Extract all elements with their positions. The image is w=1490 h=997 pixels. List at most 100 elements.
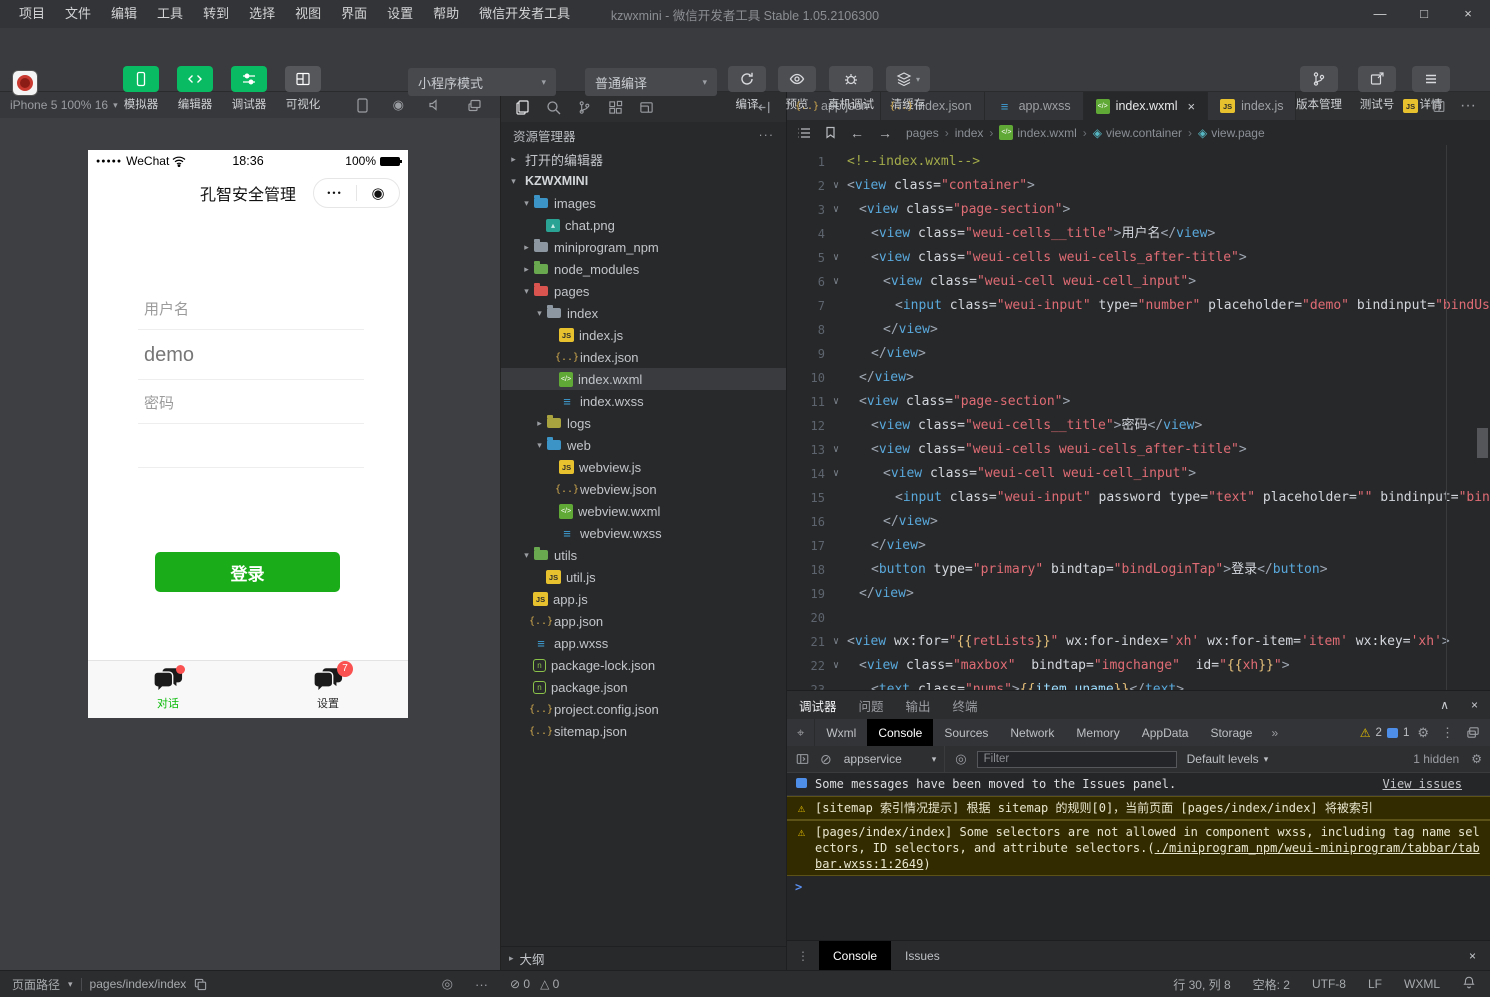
capsule-menu[interactable]: ••• ◉ (313, 178, 400, 208)
devtools-tab-Network[interactable]: Network (999, 719, 1065, 746)
breadcrumb-item-view.page[interactable]: ◈view.page (1198, 126, 1265, 140)
minimize-icon[interactable]: — (1358, 0, 1402, 28)
devtools-tab-Storage[interactable]: Storage (1199, 719, 1263, 746)
more-icon[interactable]: ··· (759, 128, 775, 142)
tree-item-package.json[interactable]: npackage.json (501, 676, 786, 698)
tree-item-utils[interactable]: ▾utils (501, 544, 786, 566)
devtools-tab-Sources[interactable]: Sources (933, 719, 999, 746)
source-control-icon[interactable] (577, 100, 592, 115)
devtools-tab-Memory[interactable]: Memory (1065, 719, 1130, 746)
back-icon[interactable]: ← (850, 125, 864, 141)
tree-item-app.wxss[interactable]: ≡app.wxss (501, 632, 786, 654)
breadcrumb-item-view.container[interactable]: ◈view.container (1093, 126, 1182, 140)
extensions-icon[interactable] (608, 100, 623, 115)
drawer-tab-Issues[interactable]: Issues (891, 941, 954, 970)
console-filter-input[interactable] (977, 751, 1177, 768)
clear-console-icon[interactable]: ⊘ (820, 751, 832, 768)
editor-tab-index.js[interactable]: JSindex.js (1208, 92, 1296, 120)
fold-icon[interactable]: ∨ (825, 270, 847, 294)
tree-item-app.json[interactable]: {..}app.json (501, 610, 786, 632)
gear-icon[interactable]: ⚙ (1471, 752, 1482, 766)
editor-layout-icon[interactable] (639, 100, 654, 115)
username-input[interactable] (138, 330, 364, 380)
breadcrumb-item-index.wxml[interactable]: </>index.wxml (999, 125, 1076, 140)
menu-item-帮助[interactable]: 帮助 (424, 0, 468, 28)
overflow-chevron-icon[interactable]: » (1263, 726, 1286, 740)
levels-select[interactable]: Default levels ▾ (1187, 752, 1269, 766)
outline-section[interactable]: ▸ 大纲 (501, 946, 786, 970)
tree-item-app.js[interactable]: JSapp.js (501, 588, 786, 610)
compile-mode-select[interactable]: 普通编译 ▾ (585, 68, 717, 96)
close-icon[interactable]: × (1455, 949, 1490, 963)
device-debug-button[interactable]: 真机调试 (828, 66, 874, 112)
fold-icon[interactable]: ∨ (825, 462, 847, 486)
maximize-icon[interactable]: □ (1402, 0, 1446, 28)
debugger-tab-终端[interactable]: 终端 (953, 696, 978, 715)
menu-item-文件[interactable]: 文件 (56, 0, 100, 28)
menu-item-选择[interactable]: 选择 (240, 0, 284, 28)
status-indent-setting[interactable]: 空格: 2 (1253, 976, 1290, 993)
debugger-tab-输出[interactable]: 输出 (906, 696, 931, 715)
编辑器-toggle-button[interactable]: 编辑器 (174, 66, 216, 112)
multi-window-icon[interactable] (467, 99, 482, 112)
bell-icon[interactable] (1462, 975, 1476, 993)
tree-item-index.js[interactable]: JSindex.js (501, 324, 786, 346)
status-encoding[interactable]: UTF-8 (1312, 977, 1346, 991)
warning-icon[interactable]: ⚠ (1360, 726, 1371, 740)
bookmark-icon[interactable] (825, 126, 836, 139)
editor-tab-index.wxml[interactable]: </>index.wxml× (1084, 92, 1208, 120)
context-select[interactable]: appservice ▾ (842, 746, 946, 772)
console-prompt[interactable]: > (787, 876, 1490, 898)
collapse-up-icon[interactable]: ∧ (1440, 698, 1449, 712)
status-eol[interactable]: LF (1368, 977, 1382, 991)
login-button[interactable]: 登录 (155, 552, 340, 592)
message-icon[interactable] (1387, 728, 1398, 738)
fold-icon[interactable]: ∨ (825, 390, 847, 414)
debugger-tab-问题[interactable]: 问题 (859, 696, 884, 715)
tree-item-index.json[interactable]: {..}index.json (501, 346, 786, 368)
files-icon[interactable] (515, 99, 530, 115)
gear-icon[interactable]: ⚙ (1417, 725, 1429, 741)
capsule-home-icon[interactable]: ◉ (357, 186, 399, 201)
tree-item-webview.wxss[interactable]: ≡webview.wxss (501, 522, 786, 544)
test-account-button[interactable]: 测试号 (1358, 66, 1396, 112)
close-icon[interactable]: × (1188, 99, 1196, 114)
fold-icon[interactable]: ∨ (825, 174, 847, 198)
tree-item-package-lock.json[interactable]: npackage-lock.json (501, 654, 786, 676)
tree-item-index.wxss[interactable]: ≡index.wxss (501, 390, 786, 412)
menu-item-视图[interactable]: 视图 (286, 0, 330, 28)
version-manage-button[interactable]: 版本管理 (1296, 66, 1342, 112)
tree-item-images[interactable]: ▾images (501, 192, 786, 214)
list-icon[interactable] (797, 127, 811, 139)
menu-item-转到[interactable]: 转到 (194, 0, 238, 28)
status-cursor-position[interactable]: 行 30, 列 8 (1173, 976, 1230, 993)
可视化-toggle-button[interactable]: 可视化 (282, 66, 324, 112)
menu-item-工具[interactable]: 工具 (148, 0, 192, 28)
tree-item-webview.json[interactable]: {..}webview.json (501, 478, 786, 500)
sound-icon[interactable] (428, 98, 443, 112)
copy-icon[interactable] (194, 978, 207, 991)
search-icon[interactable] (546, 100, 561, 115)
tree-item-pages[interactable]: ▾pages (501, 280, 786, 302)
menu-item-项目[interactable]: 项目 (10, 0, 54, 28)
password-input[interactable] (138, 424, 364, 468)
fold-icon[interactable]: ∨ (825, 654, 847, 678)
fold-icon[interactable]: ∨ (825, 198, 847, 222)
menu-item-设置[interactable]: 设置 (378, 0, 422, 28)
dots-vertical-icon[interactable]: ⋮ (787, 949, 819, 963)
tree-item-sitemap.json[interactable]: {..}sitemap.json (501, 720, 786, 742)
project-root[interactable]: ▾KZWXMINI (501, 170, 786, 192)
device-frame-icon[interactable] (356, 98, 369, 113)
page-path-label[interactable]: 页面路径 (12, 976, 60, 993)
watch-icon[interactable]: ◎ (442, 976, 453, 992)
status-language-mode[interactable]: WXML (1404, 977, 1440, 991)
menu-item-微信开发者工具[interactable]: 微信开发者工具 (470, 0, 579, 28)
inspect-icon[interactable]: ⌖ (787, 719, 815, 746)
live-expression-icon[interactable]: ◎ (955, 751, 966, 767)
tree-item-chat.png[interactable]: ▴chat.png (501, 214, 786, 236)
view-issues-link[interactable]: View issues (1383, 776, 1482, 792)
tree-item-node_modules[interactable]: ▸node_modules (501, 258, 786, 280)
dots-vertical-icon[interactable]: ⋮ (1441, 725, 1454, 741)
editor-tab-app.wxss[interactable]: ≡app.wxss (985, 92, 1084, 120)
tree-item-miniprogram_npm[interactable]: ▸miniprogram_npm (501, 236, 786, 258)
